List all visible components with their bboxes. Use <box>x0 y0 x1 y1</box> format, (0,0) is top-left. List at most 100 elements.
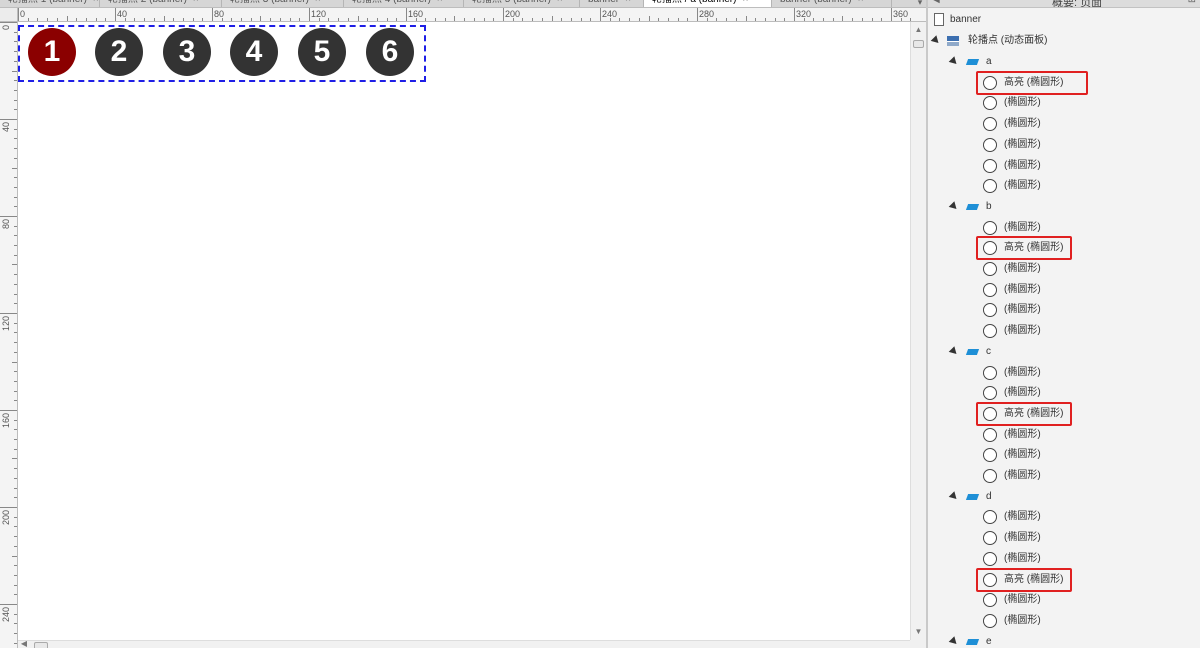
outline-ellipse-item[interactable]: (椭圆形) <box>928 321 1200 341</box>
ellipse-icon <box>983 386 997 401</box>
tab-close-icon[interactable]: × <box>742 0 748 5</box>
ruler-label: 320 <box>796 9 811 19</box>
outline-ellipse-item[interactable]: (椭圆形) <box>928 528 1200 548</box>
tab-label: banner (banner) <box>780 0 852 5</box>
outline-item-label: (椭圆形) <box>1004 428 1041 440</box>
page-icon <box>934 13 944 26</box>
outline-item-label: (椭圆形) <box>1004 366 1041 378</box>
ellipse-icon <box>983 613 997 628</box>
document-tab[interactable]: 轮播点 2 (banner) × <box>100 0 222 7</box>
vertical-ruler-scale: 0 40 80 120 160 200 240 <box>0 22 17 644</box>
outline-state-label: b <box>986 200 992 212</box>
outline-ellipse-item[interactable]: (椭圆形) <box>928 445 1200 465</box>
outline-ellipse-item[interactable]: (椭圆形) <box>928 259 1200 279</box>
tab-label: banner <box>588 0 619 5</box>
outline-item-label: (椭圆形) <box>1004 180 1041 192</box>
expand-caret-icon[interactable] <box>948 201 960 212</box>
outline-item-label: (椭圆形) <box>1004 594 1041 606</box>
ruler-label: 40 <box>117 9 127 19</box>
outline-ellipse-item[interactable]: (椭圆形) <box>928 300 1200 320</box>
outline-ellipse-item[interactable]: (椭圆形) <box>928 611 1200 631</box>
highlight-annotation-box <box>976 401 1072 426</box>
outline-item-label: (椭圆形) <box>1004 532 1041 544</box>
expand-caret-icon[interactable] <box>948 56 960 67</box>
scroll-left-arrow-icon[interactable]: ◀ <box>18 641 30 648</box>
document-tab[interactable]: 轮播点 4 (banner) × <box>344 0 464 7</box>
tab-close-icon[interactable]: × <box>437 0 443 5</box>
outline-ellipse-item[interactable]: (椭圆形) <box>928 135 1200 155</box>
horizontal-scrollbar[interactable]: ◀ <box>18 640 910 648</box>
ellipse-icon <box>983 282 997 297</box>
outline-ellipse-item[interactable]: (椭圆形) <box>928 383 1200 403</box>
expand-caret-icon[interactable] <box>948 635 960 647</box>
outline-state-row-c[interactable]: c <box>928 342 1200 362</box>
outline-state-row-a[interactable]: a <box>928 52 1200 72</box>
outline-item-label: (椭圆形) <box>1004 263 1041 274</box>
outline-item-label: (椭圆形) <box>1004 552 1041 564</box>
expand-caret-icon[interactable] <box>930 35 942 46</box>
ellipse-icon <box>983 365 997 380</box>
outline-ellipse-item[interactable]: (椭圆形) <box>928 549 1200 569</box>
outline-state-row-b[interactable]: b <box>928 197 1200 217</box>
outline-panel: ◀ 概要: 页面 ⊞ banner轮播点 (动态面板)a高亮 (椭圆形)(椭圆形… <box>928 0 1200 648</box>
ruler-label: 80 <box>214 9 224 19</box>
outline-item-label: (椭圆形) <box>1004 449 1041 461</box>
ellipse-icon <box>983 531 997 546</box>
ellipse-icon <box>983 158 997 173</box>
outline-state-row-d[interactable]: d <box>928 487 1200 507</box>
ellipse-icon <box>983 469 997 483</box>
outline-ellipse-item[interactable]: (椭圆形) <box>928 363 1200 383</box>
tab-close-icon[interactable]: × <box>625 0 631 5</box>
outline-page-row[interactable]: banner <box>928 10 1200 30</box>
tab-close-icon[interactable]: × <box>93 0 99 5</box>
expand-caret-icon[interactable] <box>948 345 960 357</box>
vertical-scrollbar[interactable]: ▲ ▼ <box>910 22 926 640</box>
design-canvas[interactable]: 123456 <box>18 22 910 640</box>
outline-ellipse-item[interactable]: (椭圆形) <box>928 93 1200 113</box>
outline-ellipse-item[interactable]: (椭圆形) <box>928 507 1200 527</box>
outline-ellipse-item[interactable]: (椭圆形) <box>928 218 1200 238</box>
document-tab[interactable]: 轮播点 5 (banner) × <box>464 0 580 7</box>
dynamic-panel-selection[interactable] <box>18 25 426 82</box>
outline-state-label: a <box>986 56 992 67</box>
outline-ellipse-item[interactable]: (椭圆形) <box>928 176 1200 196</box>
outline-state-row-e[interactable]: e <box>928 632 1200 648</box>
tab-label: 轮播点 1 (banner) <box>8 0 87 5</box>
pin-icon[interactable]: ⊞ <box>1188 0 1196 5</box>
scroll-up-arrow-icon[interactable]: ▲ <box>911 24 926 36</box>
ruler-label: 120 <box>1 316 11 331</box>
outline-dynamic-panel-row[interactable]: 轮播点 (动态面板) <box>928 31 1200 51</box>
outline-ellipse-item[interactable]: (椭圆形) <box>928 590 1200 610</box>
tab-close-icon[interactable]: × <box>193 0 199 5</box>
ellipse-icon <box>983 593 997 608</box>
collapse-arrow-icon[interactable]: ◀ <box>932 0 940 5</box>
horizontal-ruler: 0 40 80 120 160 200 240 280 320 360 <box>18 8 928 22</box>
tab-close-icon[interactable]: × <box>315 0 321 5</box>
outline-item-label: (椭圆形) <box>1004 325 1041 337</box>
tab-close-icon[interactable]: × <box>557 0 563 5</box>
expand-caret-icon[interactable] <box>948 490 960 502</box>
scroll-down-arrow-icon[interactable]: ▼ <box>911 626 926 638</box>
outline-item-label: (椭圆形) <box>1004 283 1041 295</box>
vertical-scroll-thumb[interactable] <box>913 40 924 48</box>
highlight-annotation-box <box>976 567 1072 592</box>
tab-label: 轮播点 4 (banner) <box>352 0 431 5</box>
outline-page-label: banner <box>950 14 982 25</box>
outline-ellipse-item[interactable]: (椭圆形) <box>928 156 1200 176</box>
outline-ellipse-item[interactable]: (椭圆形) <box>928 425 1200 445</box>
document-tab[interactable]: banner (banner) × <box>772 0 892 7</box>
document-tab[interactable]: 轮播点 1 (banner) × <box>0 0 100 7</box>
tab-close-icon[interactable]: × <box>858 0 864 5</box>
ruler-label: 240 <box>1 607 11 622</box>
outline-ellipse-item[interactable]: (椭圆形) <box>928 114 1200 134</box>
ruler-label: 200 <box>1 510 11 525</box>
document-tab[interactable]: banner × <box>580 0 644 7</box>
document-tab[interactable]: 轮播点 3 (banner) × <box>222 0 344 7</box>
document-tab[interactable]: 轮播点 / a (banner) × <box>644 0 772 7</box>
outline-item-label: (椭圆形) <box>1004 221 1041 233</box>
outline-ellipse-item[interactable]: (椭圆形) <box>928 280 1200 300</box>
horizontal-scroll-thumb[interactable] <box>34 642 48 648</box>
outline-ellipse-item[interactable]: (椭圆形) <box>928 466 1200 486</box>
ellipse-icon <box>983 179 997 194</box>
tab-label: 轮播点 5 (banner) <box>472 0 551 5</box>
